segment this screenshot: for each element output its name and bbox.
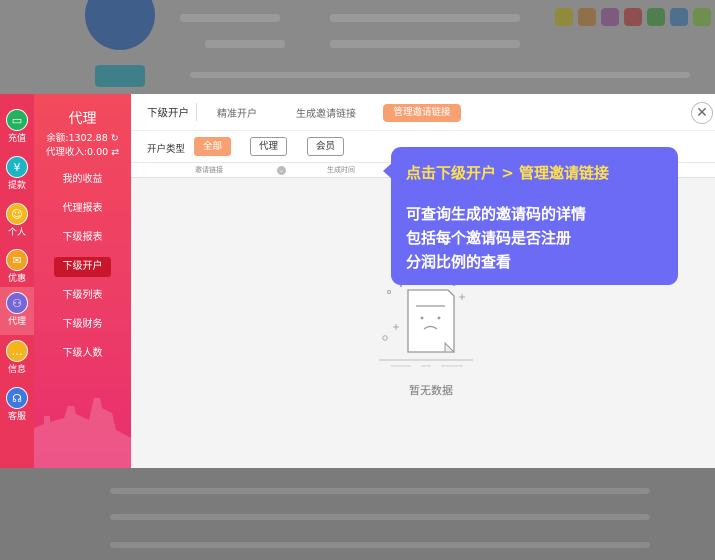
background-page-table xyxy=(0,468,715,560)
sidebar-item-sub-finance[interactable]: 下级财务 xyxy=(34,315,131,335)
sidebar-item-sub-list[interactable]: 下级列表 xyxy=(34,286,131,306)
tooltip-line-1: 可查询生成的邀请码的详情 xyxy=(406,205,587,223)
wallet-icon: ▭ xyxy=(6,109,28,131)
background-page-header xyxy=(0,0,715,94)
empty-document-icon xyxy=(379,282,473,367)
background-logo xyxy=(85,0,155,50)
agent-icon: ⚇ xyxy=(6,292,28,314)
background-button xyxy=(95,65,145,87)
guide-tooltip: 点击下级开户 > 管理邀请链接 可查询生成的邀请码的详情 包括每个邀请码是否注册… xyxy=(383,147,678,285)
balance-row: 余额:1302.88 ↻ xyxy=(34,130,131,144)
sidebar-item-agent-report[interactable]: 代理报表 xyxy=(34,199,131,219)
tab-generate-link[interactable]: 生成邀请链接 xyxy=(296,105,356,120)
sidebar-item-sub-report[interactable]: 下级报表 xyxy=(34,228,131,248)
tooltip-line-3: 分润比例的查看 xyxy=(406,253,512,271)
coupon-icon: ✉ xyxy=(6,249,28,271)
tab-bar: 下级开户 精准开户 生成邀请链接 管理邀请链接 ✕ xyxy=(131,94,715,130)
withdraw-icon: ¥ xyxy=(6,156,28,178)
tooltip-arrow xyxy=(383,163,392,179)
tooltip-title: 点击下级开户 > 管理邀请链接 xyxy=(406,164,610,182)
nav-promotion[interactable]: ✉ 优惠 xyxy=(0,244,34,292)
nav-deposit[interactable]: ▭ 充值 xyxy=(0,104,34,152)
filter-agent-button[interactable]: 代理 xyxy=(250,137,287,156)
nav-message[interactable]: … 信息 xyxy=(0,335,34,383)
tab-sub-account[interactable]: 下级开户 xyxy=(147,105,189,120)
tooltip-line-2: 包括每个邀请码是否注册 xyxy=(406,229,572,247)
sidebar-item-earnings[interactable]: 我的收益 xyxy=(34,170,131,190)
nav-service[interactable]: ☊ 客服 xyxy=(0,382,34,430)
sidebar-item-open-account[interactable]: 下级开户 xyxy=(54,257,111,277)
refresh-icon[interactable]: ↻ xyxy=(111,133,119,144)
tab-manage-link[interactable]: 管理邀请链接 xyxy=(383,104,461,122)
icon-nav: ▭ 充值 ¥ 提款 ☺ 个人 ✉ 优惠 ⚇ 代理 … 信息 ☊ 客服 xyxy=(0,94,34,468)
nav-personal[interactable]: ☺ 个人 xyxy=(0,198,34,246)
nav-agent[interactable]: ⚇ 代理 xyxy=(0,287,34,335)
filter-label: 开户类型 xyxy=(147,144,186,155)
tab-divider xyxy=(196,103,197,121)
income-row: 代理收入:0.00 ⇄ xyxy=(34,144,131,158)
tab-precise-account[interactable]: 精准开户 xyxy=(217,105,257,120)
nav-withdraw[interactable]: ¥ 提款 xyxy=(0,151,34,199)
column-created-time: 生成时间 xyxy=(327,166,355,174)
agent-sidebar: 代理 余额:1302.88 ↻ 代理收入:0.00 ⇄ 我的收益 代理报表 下级… xyxy=(34,94,131,468)
balance-value: 余额:1302.88 xyxy=(46,133,108,144)
chevron-down-icon[interactable]: ⌄ xyxy=(277,166,286,175)
filter-all-button[interactable]: 全部 xyxy=(194,137,231,156)
service-icon: ☊ xyxy=(6,387,28,409)
close-icon[interactable]: ✕ xyxy=(691,102,713,124)
empty-state-text: 暂无数据 xyxy=(409,384,453,397)
sidebar-title: 代理 xyxy=(68,111,97,127)
column-invite-link: 邀请链接 xyxy=(195,166,223,174)
transfer-icon[interactable]: ⇄ xyxy=(111,147,119,158)
income-value: 代理收入:0.00 xyxy=(45,147,109,158)
message-icon: … xyxy=(6,340,28,362)
filter-member-button[interactable]: 会员 xyxy=(307,137,344,156)
great-wall-decoration xyxy=(34,398,131,468)
person-icon: ☺ xyxy=(6,203,28,225)
